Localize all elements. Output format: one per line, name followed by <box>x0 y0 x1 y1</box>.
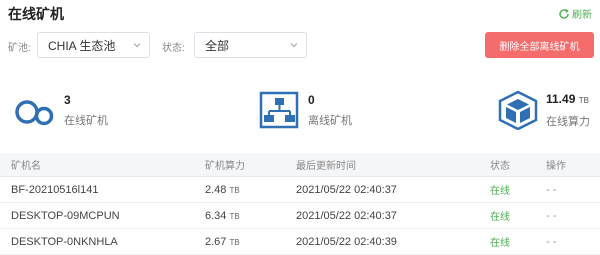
miner-power: 2.67 TB <box>205 235 240 248</box>
header-power[interactable]: 矿机算力 <box>205 157 245 172</box>
miner-updated-time: 2021/05/22 02:40:37 <box>296 209 397 222</box>
chevron-down-icon <box>290 43 298 48</box>
power-unit: TB <box>578 95 589 105</box>
status-select[interactable]: 全部 <box>194 32 307 58</box>
power-value: 11.49 <box>546 91 576 106</box>
miners-table: 矿机名 矿机算力 最后更新时间 状态 操作 BF-20210516l141 2.… <box>0 153 600 255</box>
online-caption: 在线矿机 <box>64 114 108 127</box>
refresh-label: 刷新 <box>572 10 592 21</box>
network-icon <box>259 91 299 129</box>
table-row[interactable]: DESKTOP-09MCPUN 6.34 TB 2021/05/22 02:40… <box>0 203 600 229</box>
miner-name: DESKTOP-09MCPUN <box>11 209 120 222</box>
online-count: 3 <box>64 92 71 107</box>
status-badge: 在线 <box>490 212 510 223</box>
refresh-icon <box>559 8 569 19</box>
miner-name: DESKTOP-0NKNHLA <box>11 235 118 248</box>
page-title: 在线矿机 <box>8 6 64 22</box>
table-row[interactable]: DESKTOP-0NKNHLA 2.67 TB 2021/05/22 02:40… <box>0 229 600 255</box>
header-name[interactable]: 矿机名 <box>11 157 41 172</box>
row-action: - - <box>546 209 557 222</box>
status-filter-label: 状态: <box>162 43 185 54</box>
miner-power: 2.48 TB <box>205 183 240 196</box>
miner-updated-time: 2021/05/22 02:40:39 <box>296 235 397 248</box>
miner-updated-time: 2021/05/22 02:40:37 <box>296 183 397 196</box>
header-time[interactable]: 最后更新时间 <box>296 157 356 172</box>
header-status: 状态 <box>490 161 510 172</box>
status-select-value: 全部 <box>205 38 230 53</box>
status-badge: 在线 <box>490 186 510 197</box>
status-badge: 在线 <box>490 238 510 249</box>
infinity-icon <box>15 100 54 126</box>
power-caption: 在线算力 <box>546 115 590 128</box>
pool-select-value: CHIA 生态池 <box>48 38 116 53</box>
online-power-stat: 11.49 TB 在线算力 <box>496 90 590 130</box>
delete-offline-button[interactable]: 删除全部离线矿机 <box>485 32 594 58</box>
offline-miners-stat: 0 离线矿机 <box>258 90 352 130</box>
chevron-down-icon <box>133 43 141 48</box>
cube-icon <box>498 90 538 130</box>
pool-select[interactable]: CHIA 生态池 <box>37 32 150 58</box>
row-action: - - <box>546 183 557 196</box>
pool-filter-label: 矿池: <box>8 43 31 54</box>
online-miners-stat: 3 在线矿机 <box>14 90 108 130</box>
offline-caption: 离线矿机 <box>308 114 352 127</box>
refresh-button[interactable]: 刷新 <box>558 6 592 21</box>
header-action: 操作 <box>546 161 566 172</box>
table-header: 矿机名 矿机算力 最后更新时间 状态 操作 <box>0 153 600 177</box>
table-row[interactable]: BF-20210516l141 2.48 TB 2021/05/22 02:40… <box>0 177 600 203</box>
row-action: - - <box>546 235 557 248</box>
offline-count: 0 <box>308 92 315 107</box>
miner-name: BF-20210516l141 <box>11 183 99 196</box>
miner-power: 6.34 TB <box>205 209 240 222</box>
